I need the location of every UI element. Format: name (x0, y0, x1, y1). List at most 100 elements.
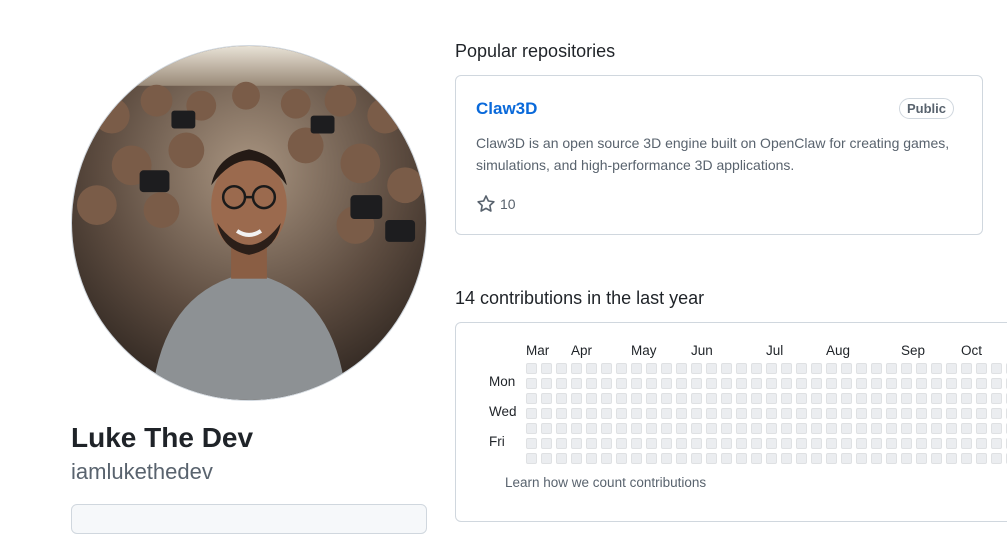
contribution-day-cell[interactable] (571, 408, 582, 419)
contribution-day-cell[interactable] (691, 453, 702, 464)
contribution-day-cell[interactable] (616, 378, 627, 389)
contribution-day-cell[interactable] (811, 378, 822, 389)
contribution-day-cell[interactable] (526, 438, 537, 449)
contribution-day-cell[interactable] (601, 378, 612, 389)
contribution-day-cell[interactable] (916, 453, 927, 464)
contribution-day-cell[interactable] (781, 423, 792, 434)
contribution-day-cell[interactable] (946, 453, 957, 464)
contribution-day-cell[interactable] (751, 378, 762, 389)
follow-button[interactable] (71, 504, 427, 534)
contribution-day-cell[interactable] (616, 453, 627, 464)
contribution-day-cell[interactable] (916, 408, 927, 419)
contribution-day-cell[interactable] (796, 408, 807, 419)
contribution-day-cell[interactable] (691, 438, 702, 449)
contribution-day-cell[interactable] (796, 378, 807, 389)
contribution-day-cell[interactable] (886, 363, 897, 374)
contribution-day-cell[interactable] (826, 438, 837, 449)
contribution-day-cell[interactable] (961, 453, 972, 464)
contribution-day-cell[interactable] (901, 378, 912, 389)
contribution-day-cell[interactable] (586, 393, 597, 404)
contribution-day-cell[interactable] (976, 393, 987, 404)
contribution-day-cell[interactable] (541, 363, 552, 374)
contribution-day-cell[interactable] (781, 408, 792, 419)
contribution-day-cell[interactable] (811, 408, 822, 419)
contribution-day-cell[interactable] (796, 363, 807, 374)
contribution-day-cell[interactable] (826, 363, 837, 374)
contribution-day-cell[interactable] (931, 408, 942, 419)
contribution-day-cell[interactable] (721, 363, 732, 374)
contribution-day-cell[interactable] (721, 408, 732, 419)
contribution-day-cell[interactable] (571, 438, 582, 449)
contribution-day-cell[interactable] (886, 423, 897, 434)
contribution-day-cell[interactable] (646, 378, 657, 389)
contribution-day-cell[interactable] (676, 408, 687, 419)
contribution-day-cell[interactable] (991, 438, 1002, 449)
contribution-day-cell[interactable] (766, 438, 777, 449)
contribution-day-cell[interactable] (526, 453, 537, 464)
contribution-day-cell[interactable] (661, 438, 672, 449)
contribution-day-cell[interactable] (886, 438, 897, 449)
contribution-day-cell[interactable] (916, 393, 927, 404)
contribution-day-cell[interactable] (526, 393, 537, 404)
contribution-day-cell[interactable] (541, 378, 552, 389)
contribution-day-cell[interactable] (631, 423, 642, 434)
contribution-day-cell[interactable] (796, 393, 807, 404)
contribution-day-cell[interactable] (871, 423, 882, 434)
contribution-day-cell[interactable] (841, 438, 852, 449)
contribution-day-cell[interactable] (976, 378, 987, 389)
contribution-day-cell[interactable] (781, 453, 792, 464)
contribution-day-cell[interactable] (826, 393, 837, 404)
contribution-day-cell[interactable] (781, 438, 792, 449)
contribution-day-cell[interactable] (961, 393, 972, 404)
contribution-day-cell[interactable] (991, 378, 1002, 389)
contribution-day-cell[interactable] (856, 423, 867, 434)
contribution-day-cell[interactable] (691, 378, 702, 389)
contribution-day-cell[interactable] (586, 453, 597, 464)
contribution-day-cell[interactable] (526, 423, 537, 434)
contribution-day-cell[interactable] (931, 363, 942, 374)
contribution-day-cell[interactable] (631, 438, 642, 449)
contribution-day-cell[interactable] (721, 453, 732, 464)
contribution-day-cell[interactable] (706, 378, 717, 389)
contribution-day-cell[interactable] (616, 393, 627, 404)
contribution-day-cell[interactable] (541, 408, 552, 419)
contribution-day-cell[interactable] (541, 453, 552, 464)
contribution-day-cell[interactable] (766, 363, 777, 374)
contribution-day-cell[interactable] (946, 408, 957, 419)
contribution-day-cell[interactable] (541, 393, 552, 404)
contribution-day-cell[interactable] (631, 363, 642, 374)
contribution-day-cell[interactable] (946, 363, 957, 374)
contribution-day-cell[interactable] (841, 408, 852, 419)
contribution-day-cell[interactable] (571, 423, 582, 434)
contribution-day-cell[interactable] (721, 378, 732, 389)
contribution-day-cell[interactable] (556, 393, 567, 404)
contribution-day-cell[interactable] (856, 408, 867, 419)
contribution-day-cell[interactable] (961, 438, 972, 449)
contribution-day-cell[interactable] (976, 363, 987, 374)
contribution-day-cell[interactable] (991, 408, 1002, 419)
contribution-day-cell[interactable] (691, 393, 702, 404)
contribution-day-cell[interactable] (661, 363, 672, 374)
contribution-day-cell[interactable] (751, 438, 762, 449)
contribution-day-cell[interactable] (901, 453, 912, 464)
contribution-day-cell[interactable] (841, 423, 852, 434)
contribution-day-cell[interactable] (601, 453, 612, 464)
contribution-day-cell[interactable] (721, 393, 732, 404)
contribution-day-cell[interactable] (646, 393, 657, 404)
contribution-day-cell[interactable] (556, 378, 567, 389)
contribution-day-cell[interactable] (871, 438, 882, 449)
contribution-day-cell[interactable] (976, 423, 987, 434)
contribution-day-cell[interactable] (781, 363, 792, 374)
contribution-day-cell[interactable] (571, 378, 582, 389)
contribution-day-cell[interactable] (706, 408, 717, 419)
contribution-day-cell[interactable] (751, 363, 762, 374)
contribution-day-cell[interactable] (736, 438, 747, 449)
contribution-day-cell[interactable] (946, 393, 957, 404)
contribution-day-cell[interactable] (991, 393, 1002, 404)
contribution-day-cell[interactable] (931, 378, 942, 389)
contribution-day-cell[interactable] (766, 393, 777, 404)
contribution-day-cell[interactable] (901, 363, 912, 374)
contribution-day-cell[interactable] (781, 393, 792, 404)
contribution-day-cell[interactable] (961, 423, 972, 434)
contribution-day-cell[interactable] (826, 423, 837, 434)
